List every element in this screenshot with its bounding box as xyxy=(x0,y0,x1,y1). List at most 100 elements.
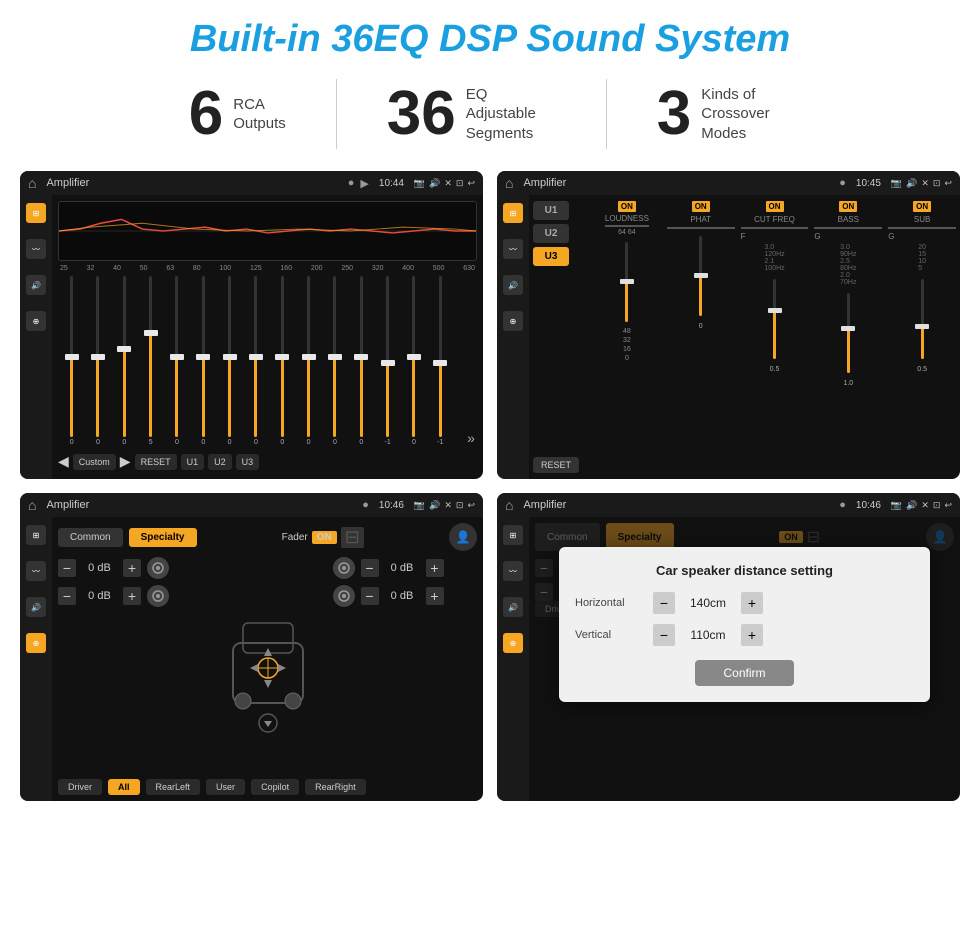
dist-ch1-minus[interactable]: − xyxy=(535,559,553,577)
cross-back-icon[interactable]: ↩ xyxy=(944,178,952,189)
dist-filter-icon[interactable]: ⊞ xyxy=(503,525,523,545)
eq-slider-14[interactable]: -1 xyxy=(429,276,452,446)
cross-home-icon[interactable]: ⌂ xyxy=(505,175,513,191)
fader-specialty-tab[interactable]: Specialty xyxy=(129,528,197,547)
cross-filter-icon[interactable]: ⊞ xyxy=(503,203,523,223)
dist-slider-icon[interactable]: ⊟ xyxy=(807,527,820,547)
eq-next-btn[interactable]: ▶ xyxy=(120,453,131,470)
eq-prev-btn[interactable]: ◀ xyxy=(58,453,69,470)
cross-u3-btn[interactable]: U3 xyxy=(533,247,569,266)
fader-rr-plus[interactable]: + xyxy=(426,587,444,605)
fader-fr-minus[interactable]: − xyxy=(361,559,379,577)
dist-back-icon[interactable]: ↩ xyxy=(944,500,952,511)
fader-on-badge[interactable]: ON xyxy=(312,531,337,544)
eq-wave-icon[interactable]: 〰 xyxy=(26,239,46,259)
eq-slider-4[interactable]: 0 xyxy=(165,276,188,446)
eq-slider-1[interactable]: 0 xyxy=(86,276,109,446)
fader-rl-plus[interactable]: + xyxy=(123,587,141,605)
eq-slider-0[interactable]: 0 xyxy=(60,276,83,446)
cross-status-icons: 📷 🔊 ✕ ⊡ ↩ xyxy=(891,178,952,189)
fader-home-icon[interactable]: ⌂ xyxy=(28,497,36,513)
eq-speaker-icon[interactable]: 🔊 xyxy=(26,275,46,295)
fader-rl-minus[interactable]: − xyxy=(58,587,76,605)
fader-fr-value: 0 dB xyxy=(385,562,420,574)
stat-crossover-label: Kinds ofCrossover Modes xyxy=(701,85,791,144)
dist-balance-icon[interactable]: ⊕ xyxy=(503,633,523,653)
dist-wave-icon[interactable]: 〰 xyxy=(503,561,523,581)
fader-rearleft-btn[interactable]: RearLeft xyxy=(146,779,201,795)
fader-speaker-icon[interactable]: 🔊 xyxy=(26,597,46,617)
eq-slider-8[interactable]: 0 xyxy=(271,276,294,446)
eq-slider-12[interactable]: -1 xyxy=(376,276,399,446)
fader-balance-icon[interactable]: ⊕ xyxy=(26,633,46,653)
eq-slider-7[interactable]: 0 xyxy=(244,276,267,446)
fader-filter-icon[interactable]: ⊞ xyxy=(26,525,46,545)
dist-on-badge[interactable]: ON xyxy=(779,531,803,543)
fader-common-tab[interactable]: Common xyxy=(58,528,123,547)
modal-vertical-plus[interactable]: + xyxy=(741,624,763,646)
eq-filter-icon[interactable]: ⊞ xyxy=(26,203,46,223)
modal-horizontal-minus[interactable]: − xyxy=(653,592,675,614)
fader-all-btn[interactable]: All xyxy=(108,779,140,795)
fader-user-btn[interactable]: User xyxy=(206,779,245,795)
cross-close-icon[interactable]: ✕ xyxy=(921,178,929,189)
fader-driver-btn[interactable]: Driver xyxy=(58,779,102,795)
eq-slider-3[interactable]: 5 xyxy=(139,276,162,446)
loudness-on-badge[interactable]: ON xyxy=(618,201,636,212)
fader-fr-plus[interactable]: + xyxy=(426,559,444,577)
dist-home-icon[interactable]: ⌂ xyxy=(505,497,513,513)
sub-on-badge[interactable]: ON xyxy=(913,201,931,212)
fader-profile-icon[interactable]: 👤 xyxy=(449,523,477,551)
modal-horizontal-plus[interactable]: + xyxy=(741,592,763,614)
cross-u2-btn[interactable]: U2 xyxy=(533,224,569,243)
fader-wave-icon[interactable]: 〰 xyxy=(26,561,46,581)
modal-vertical-minus[interactable]: − xyxy=(653,624,675,646)
eq-close-icon[interactable]: ✕ xyxy=(444,178,452,189)
eq-home-icon[interactable]: ⌂ xyxy=(28,175,36,191)
cross-reset-btn[interactable]: RESET xyxy=(533,457,579,473)
cutfreq-slider[interactable] xyxy=(773,279,776,359)
fader-back-icon[interactable]: ↩ xyxy=(467,500,475,511)
eq-u2-btn[interactable]: U2 xyxy=(208,454,232,470)
phat-on-badge[interactable]: ON xyxy=(692,201,710,212)
fader-copilot-btn[interactable]: Copilot xyxy=(251,779,299,795)
eq-graph xyxy=(58,201,477,261)
dist-close-icon[interactable]: ✕ xyxy=(921,500,929,511)
eq-slider-13[interactable]: 0 xyxy=(402,276,425,446)
eq-slider-11[interactable]: 0 xyxy=(350,276,373,446)
eq-slider-5[interactable]: 0 xyxy=(192,276,215,446)
eq-back-icon[interactable]: ↩ xyxy=(467,178,475,189)
dist-sidebar: ⊞ 〰 🔊 ⊕ xyxy=(497,517,529,801)
bass-slider[interactable] xyxy=(847,293,850,373)
eq-u1-btn[interactable]: U1 xyxy=(181,454,205,470)
bass-on-badge[interactable]: ON xyxy=(839,201,857,212)
fader-close-icon[interactable]: ✕ xyxy=(444,500,452,511)
cross-wave-icon[interactable]: 〰 xyxy=(503,239,523,259)
eq-u3-btn[interactable]: U3 xyxy=(236,454,260,470)
fader-fl-plus[interactable]: + xyxy=(123,559,141,577)
eq-next-arrow[interactable]: » xyxy=(455,430,475,446)
dist-profile-icon[interactable]: 👤 xyxy=(926,523,954,551)
fader-rr-speaker xyxy=(333,585,355,607)
cross-speaker-icon[interactable]: 🔊 xyxy=(503,275,523,295)
sub-slider[interactable] xyxy=(921,279,924,359)
eq-reset-btn[interactable]: RESET xyxy=(135,454,177,470)
dist-ch2-minus[interactable]: − xyxy=(535,583,553,601)
fader-fl-minus[interactable]: − xyxy=(58,559,76,577)
eq-slider-6[interactable]: 0 xyxy=(218,276,241,446)
loudness-slider[interactable] xyxy=(625,242,628,322)
cross-balance-icon[interactable]: ⊕ xyxy=(503,311,523,331)
phat-slider[interactable] xyxy=(699,236,702,316)
eq-slider-2[interactable]: 0 xyxy=(113,276,136,446)
eq-balance-icon[interactable]: ⊕ xyxy=(26,311,46,331)
modal-confirm-button[interactable]: Confirm xyxy=(695,660,793,686)
eq-slider-9[interactable]: 0 xyxy=(297,276,320,446)
fader-rearright-btn[interactable]: RearRight xyxy=(305,779,366,795)
cross-u1-btn[interactable]: U1 xyxy=(533,201,569,220)
eq-custom-btn[interactable]: Custom xyxy=(73,454,116,470)
eq-slider-10[interactable]: 0 xyxy=(323,276,346,446)
fader-rr-minus[interactable]: − xyxy=(361,587,379,605)
cutfreq-on-badge[interactable]: ON xyxy=(766,201,784,212)
fader-slider-icon[interactable]: ⊟ xyxy=(341,527,364,548)
dist-speaker-icon[interactable]: 🔊 xyxy=(503,597,523,617)
